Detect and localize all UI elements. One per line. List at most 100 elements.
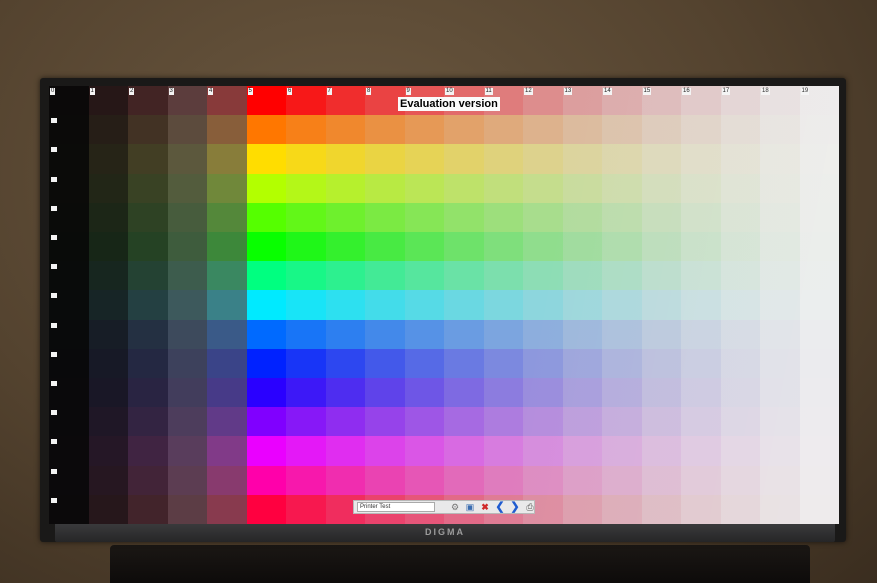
color-cell <box>562 144 603 175</box>
color-cell <box>562 494 603 524</box>
color-cell <box>523 319 564 350</box>
color-cell <box>88 202 129 233</box>
color-cell <box>246 261 287 292</box>
test-toolbar: Printer Test ⚙ ▣ ✖ ❮ ❯ ⎙ <box>353 500 535 514</box>
color-cell <box>799 436 839 467</box>
color-cell <box>365 261 406 292</box>
column-number: 19 <box>800 88 810 95</box>
color-cell <box>681 378 722 409</box>
color-cell <box>404 319 445 350</box>
color-cell <box>641 232 682 263</box>
brand-logo: DIGMA <box>425 527 465 537</box>
color-cell <box>562 465 603 496</box>
color-cell <box>483 144 524 175</box>
color-cell <box>641 261 682 292</box>
color-cell <box>88 115 129 146</box>
color-cell <box>246 436 287 467</box>
color-cell <box>799 407 839 438</box>
color-cell <box>483 348 524 379</box>
window-icon[interactable]: ▣ <box>464 501 476 513</box>
color-cell <box>128 436 169 467</box>
color-cell <box>562 115 603 146</box>
color-cell <box>246 378 287 409</box>
color-cell <box>128 407 169 438</box>
color-cell <box>88 494 129 524</box>
color-cell <box>523 232 564 263</box>
color-cell <box>365 290 406 321</box>
color-cell <box>483 173 524 204</box>
color-cell <box>720 232 761 263</box>
row-marker <box>51 205 57 211</box>
color-cell <box>760 407 801 438</box>
color-test-grid: 0 1 2 3 4 5 6 7 8 9 10 11 12 13 14 15 16 17 18 19 <box>49 86 839 524</box>
color-cell <box>799 173 839 204</box>
color-cell <box>799 144 839 175</box>
color-cell <box>444 378 485 409</box>
row-marker <box>51 118 57 124</box>
color-cell <box>404 144 445 175</box>
color-cell <box>562 378 603 409</box>
color-cell <box>562 348 603 379</box>
color-cell <box>404 232 445 263</box>
column-number: 13 <box>563 88 573 95</box>
color-cell <box>760 348 801 379</box>
color-cell <box>720 173 761 204</box>
color-cell <box>799 348 839 379</box>
color-cell <box>602 115 643 146</box>
color-cell <box>88 407 129 438</box>
color-cell <box>602 290 643 321</box>
column-number: 4 <box>208 88 214 95</box>
color-cell <box>483 261 524 292</box>
row-marker <box>51 410 57 416</box>
color-cell <box>325 202 366 233</box>
next-icon[interactable]: ❯ <box>509 501 521 513</box>
color-cell <box>207 290 248 321</box>
row-marker <box>51 147 57 153</box>
color-cell <box>641 144 682 175</box>
color-cell <box>88 173 129 204</box>
color-cell <box>325 465 366 496</box>
row-marker <box>51 351 57 357</box>
color-cell <box>207 202 248 233</box>
color-cell <box>562 436 603 467</box>
color-cell <box>641 407 682 438</box>
color-cell <box>444 407 485 438</box>
color-cell <box>602 144 643 175</box>
color-cell <box>523 465 564 496</box>
color-cell <box>444 261 485 292</box>
column-number: 1 <box>89 88 95 95</box>
color-cell <box>444 144 485 175</box>
color-cell <box>88 261 129 292</box>
color-cell <box>207 465 248 496</box>
color-cell <box>641 290 682 321</box>
prev-icon[interactable]: ❮ <box>494 501 506 513</box>
color-cell <box>365 232 406 263</box>
color-cell <box>286 436 327 467</box>
row-marker <box>51 322 57 328</box>
color-cell <box>444 232 485 263</box>
color-cell <box>720 494 761 524</box>
test-name-field[interactable]: Printer Test <box>357 502 435 512</box>
color-cell <box>325 378 366 409</box>
color-cell <box>128 465 169 496</box>
color-cell <box>641 494 682 524</box>
color-cell <box>207 407 248 438</box>
color-cell <box>365 378 406 409</box>
color-cell <box>128 232 169 263</box>
color-cell <box>246 173 287 204</box>
color-cell <box>641 319 682 350</box>
color-cell <box>681 232 722 263</box>
color-cell <box>760 261 801 292</box>
color-cell <box>365 407 406 438</box>
column-number: 3 <box>168 88 174 95</box>
gear-icon[interactable]: ⚙ <box>449 501 461 513</box>
color-cell <box>602 173 643 204</box>
color-cell <box>88 232 129 263</box>
color-cell <box>681 261 722 292</box>
color-cell <box>523 436 564 467</box>
color-cell <box>246 348 287 379</box>
close-icon[interactable]: ✖ <box>479 501 491 513</box>
color-cell <box>523 202 564 233</box>
color-cell <box>167 348 208 379</box>
printer-icon[interactable]: ⎙ <box>524 501 536 513</box>
